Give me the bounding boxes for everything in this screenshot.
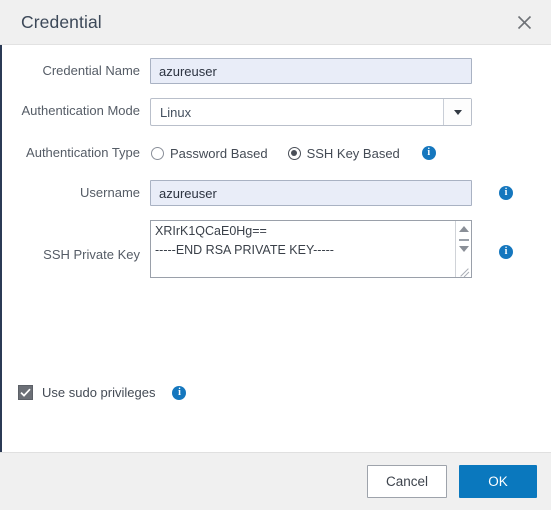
scroll-up-arrow-icon[interactable] [459, 226, 469, 232]
ssh-private-key-line-2: -----END RSA PRIVATE KEY----- [155, 243, 334, 257]
credential-name-row: Credential Name [2, 58, 551, 84]
dialog-header: Credential [0, 0, 551, 45]
ssh-private-key-label: SSH Private Key [43, 247, 140, 262]
credential-name-control [150, 58, 472, 84]
resize-grip-icon[interactable] [457, 263, 470, 277]
authentication-type-row: Authentication Type Password Based SSH K… [2, 140, 551, 166]
chevron-down-icon[interactable] [443, 99, 471, 125]
authentication-mode-control: Linux [150, 98, 472, 126]
radio-ssh-key-based-label: SSH Key Based [306, 145, 400, 161]
use-sudo-row: Use sudo privileges i [18, 385, 187, 400]
credential-name-input[interactable] [150, 58, 472, 84]
scrollbar-thumb[interactable] [459, 239, 469, 241]
authentication-type-control: Password Based SSH Key Based i [150, 140, 436, 166]
authentication-mode-value: Linux [160, 104, 192, 120]
username-row: Username i [2, 180, 551, 206]
ssh-private-key-control: XRIrK1QCaE0Hg== -----END RSA PRIVATE KEY… [150, 220, 513, 278]
use-sudo-label: Use sudo privileges [42, 385, 156, 400]
dialog-footer: Cancel OK [0, 452, 551, 510]
username-input[interactable] [150, 180, 472, 206]
radio-password-based[interactable]: Password Based [151, 146, 268, 161]
ssh-private-key-row: SSH Private Key XRIrK1QCaE0Hg== -----END… [2, 220, 551, 278]
authentication-type-info-icon[interactable]: i [421, 146, 436, 160]
radio-ssh-key-based[interactable]: SSH Key Based [287, 145, 400, 161]
authentication-mode-label: Authentication Mode [21, 103, 140, 118]
ssh-private-key-info-icon[interactable]: i [499, 245, 513, 259]
username-control: i [150, 180, 513, 206]
radio-password-based-label: Password Based [170, 145, 268, 161]
username-info-icon[interactable]: i [499, 186, 513, 200]
radio-ssh-key-based-mark [287, 146, 301, 160]
cancel-button[interactable]: Cancel [367, 465, 447, 498]
close-icon[interactable] [511, 9, 537, 35]
check-icon [20, 388, 31, 397]
page-title: Credential [21, 11, 102, 32]
dialog-body: Credential Name Authentication Mode Linu… [0, 45, 551, 452]
authentication-type-radio-group: Password Based SSH Key Based i [150, 140, 436, 166]
radio-password-based-mark [151, 146, 164, 160]
ssh-private-key-line-1: XRIrK1QCaE0Hg== [155, 224, 267, 238]
ok-button[interactable]: OK [459, 465, 537, 498]
username-label: Username [80, 185, 140, 200]
use-sudo-checkbox[interactable] [18, 385, 33, 400]
authentication-type-label: Authentication Type [26, 145, 140, 160]
credential-name-label: Credential Name [42, 63, 140, 78]
authentication-mode-row: Authentication Mode Linux [2, 98, 551, 126]
credential-dialog: Credential Credential Name Authenticatio… [0, 0, 551, 510]
scroll-down-arrow-icon[interactable] [459, 246, 469, 252]
ssh-private-key-textarea[interactable]: XRIrK1QCaE0Hg== -----END RSA PRIVATE KEY… [150, 220, 472, 278]
authentication-mode-select[interactable]: Linux [150, 98, 472, 126]
use-sudo-info-icon[interactable]: i [172, 385, 187, 400]
